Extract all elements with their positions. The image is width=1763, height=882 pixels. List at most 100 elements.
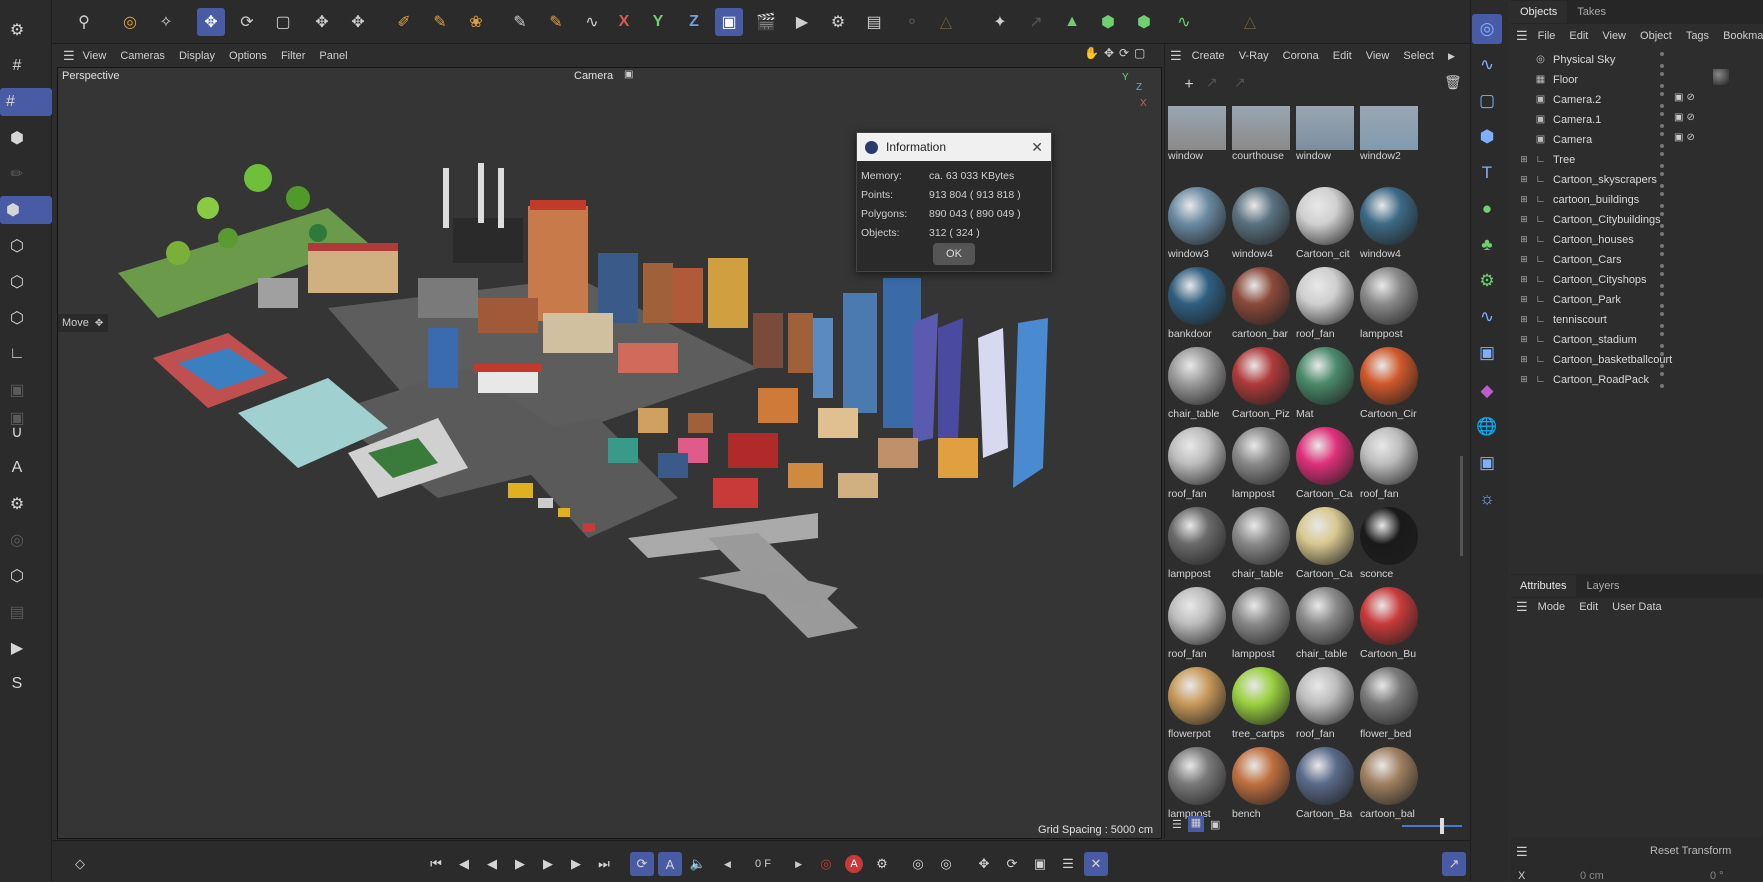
settings-icon[interactable]: ⚙ <box>3 16 31 44</box>
key-pla-icon[interactable]: ☰ <box>1056 852 1080 876</box>
tree-generator-icon[interactable]: ▲ <box>1058 8 1086 36</box>
visibility-dots[interactable] <box>1660 172 1668 188</box>
cube-icon[interactable]: ⬢ <box>1472 122 1502 152</box>
frame-decrement-icon[interactable]: ◀ <box>724 859 731 870</box>
attributes-menu-icon[interactable]: ☰ <box>1516 599 1528 615</box>
material-thumb[interactable]: roof_fan <box>1294 266 1356 344</box>
material-thumb[interactable]: window <box>1166 106 1228 184</box>
expand-icon[interactable]: ⊞ <box>1518 174 1530 185</box>
object-row[interactable]: ⊞ ∟ tenniscourt <box>1510 310 1763 329</box>
expand-icon[interactable]: ⊞ <box>1518 214 1530 225</box>
expand-icon[interactable]: ⊞ <box>1518 314 1530 325</box>
object-row[interactable]: ⊞ ∟ Cartoon_skyscrapers <box>1510 170 1763 189</box>
material-thumb[interactable]: Cartoon_Cir <box>1358 346 1420 424</box>
cloner-icon[interactable]: ♣ <box>1472 230 1502 260</box>
volume-icon[interactable]: ◆ <box>1472 376 1502 406</box>
tab-attributes[interactable]: Attributes <box>1510 575 1577 597</box>
material-thumb[interactable]: window <box>1294 106 1356 184</box>
object-row[interactable]: ⊞ ∟ Cartoon_Cityshops <box>1510 270 1763 289</box>
quantize-icon[interactable]: ◎ <box>3 526 31 554</box>
grid-icon[interactable]: # <box>3 52 31 80</box>
visibility-dots[interactable] <box>1660 132 1668 148</box>
attributes-menu-user-data[interactable]: User Data <box>1612 601 1662 613</box>
material-thumb[interactable]: lamppost <box>1166 506 1228 584</box>
objects-menu-icon[interactable]: ☰ <box>1516 28 1528 44</box>
selection-filter-icon[interactable]: ✧ <box>152 8 180 36</box>
frame-field[interactable]: ◀ 0 F ▶ <box>724 855 802 873</box>
viewport-menu-filter[interactable]: Filter <box>281 50 305 62</box>
key-scale-icon[interactable]: ⟳ <box>1000 852 1024 876</box>
tab-layers[interactable]: Layers <box>1576 575 1629 597</box>
effector-icon[interactable]: ⚙ <box>1472 266 1502 296</box>
object-row[interactable]: ▣ Camera ▣⊘ <box>1510 130 1763 149</box>
light-icon[interactable]: ☼ <box>1472 484 1502 514</box>
visibility-dots[interactable] <box>1660 72 1668 88</box>
sketch-icon[interactable]: ✎ <box>426 8 454 36</box>
coordinates-menu-icon[interactable]: ☰ <box>1516 844 1528 860</box>
material-thumb[interactable]: window3 <box>1166 186 1228 264</box>
visibility-dots[interactable] <box>1660 112 1668 128</box>
material-thumb[interactable]: Mat <box>1294 346 1356 424</box>
material-thumb[interactable]: roof_fan <box>1166 586 1228 664</box>
visibility-dots[interactable] <box>1660 292 1668 308</box>
close-icon[interactable]: ✕ <box>1031 139 1043 156</box>
material-thumb[interactable]: roof_fan <box>1294 666 1356 744</box>
material-thumb[interactable]: roof_fan <box>1166 426 1228 504</box>
key-lock-icon[interactable]: ◎ <box>906 852 930 876</box>
spline-pen-icon[interactable]: ✐ <box>390 8 418 36</box>
object-row[interactable]: ⊞ ∟ Cartoon_Cars <box>1510 250 1763 269</box>
material-thumb[interactable]: courthouse <box>1230 106 1292 184</box>
texture-icon[interactable]: ▣ <box>3 376 31 404</box>
spline-icon[interactable]: ∿ <box>1472 50 1502 80</box>
field-icon[interactable]: ▣ <box>1472 338 1502 368</box>
large-view-icon[interactable]: ▣ <box>1210 818 1220 831</box>
material-thumb[interactable]: Cartoon_Ba <box>1294 746 1356 824</box>
link-icon[interactable]: ⚬ <box>898 8 926 36</box>
material-menu-corona[interactable]: Corona <box>1283 50 1319 62</box>
render-region-icon[interactable]: 🎬 <box>752 8 780 36</box>
object-row[interactable]: ⊞ ∟ Cartoon_Citybuildings <box>1510 210 1763 229</box>
camera-add-icon[interactable]: ▣ <box>1472 448 1502 478</box>
keyframe-icon[interactable]: ◇ <box>68 852 92 876</box>
material-thumb[interactable]: chair_table <box>1230 506 1292 584</box>
floor-material-tag[interactable] <box>1713 69 1729 85</box>
object-row[interactable]: ⊞ ∟ cartoon_buildings <box>1510 190 1763 209</box>
trash-icon[interactable]: 🗑 <box>1444 74 1462 91</box>
camera-tag-icon[interactable]: ▣⊘ <box>1674 92 1698 103</box>
x-axis-lock-icon[interactable]: X <box>610 8 638 36</box>
material-thumb[interactable]: cartoon_bal <box>1358 746 1420 824</box>
expand-icon[interactable]: ⊞ <box>1518 254 1530 265</box>
objects-menu-object[interactable]: Object <box>1640 30 1672 42</box>
rotate-tool-icon[interactable]: ⟳ <box>233 8 261 36</box>
visibility-dots[interactable] <box>1660 352 1668 368</box>
object-mode-icon[interactable]: ⬢ <box>0 196 52 224</box>
go-to-start-icon[interactable]: ⏮ <box>424 852 448 876</box>
tab-objects[interactable]: Objects <box>1510 1 1568 23</box>
record-icon[interactable]: ◎ <box>814 852 838 876</box>
object-row[interactable]: ⊞ ∟ Cartoon_houses <box>1510 230 1763 249</box>
material-thumb[interactable]: bankdoor <box>1166 266 1228 344</box>
visibility-dots[interactable] <box>1660 252 1668 268</box>
list-view-icon[interactable]: ☰ <box>1172 818 1182 831</box>
coord-angle-field[interactable]: 0 ° <box>1710 870 1724 882</box>
material-thumb[interactable]: flower_bed <box>1358 666 1420 744</box>
material-menu-select[interactable]: Select <box>1403 50 1434 62</box>
material-thumb[interactable]: bench <box>1230 746 1292 824</box>
viewport-menu-icon[interactable]: ☰ <box>63 48 75 64</box>
edge-mode-icon[interactable]: ✏ <box>3 160 31 188</box>
visibility-dots[interactable] <box>1660 52 1668 68</box>
mograph-icon[interactable]: ● <box>1472 194 1502 224</box>
material-menu-create[interactable]: Create <box>1192 50 1225 62</box>
cube-add-icon[interactable]: ⬢ <box>1094 8 1122 36</box>
expand-icon[interactable]: ⊞ <box>1518 334 1530 345</box>
expand-icon[interactable]: ⊞ <box>1518 234 1530 245</box>
live-selection-icon[interactable]: ◎ <box>116 8 144 36</box>
objects-menu-bookmarks[interactable]: Bookmarks <box>1723 30 1763 42</box>
visibility-dots[interactable] <box>1660 232 1668 248</box>
substance-icon[interactable]: S <box>3 670 31 698</box>
key-param-icon[interactable]: ▣ <box>1028 852 1052 876</box>
auto-keying-icon[interactable]: A <box>658 852 682 876</box>
material-thumb[interactable]: flowerpot <box>1166 666 1228 744</box>
snap-settings-icon[interactable]: ⚙ <box>3 490 31 518</box>
world-coordinates-icon[interactable]: ▣ <box>715 8 743 36</box>
